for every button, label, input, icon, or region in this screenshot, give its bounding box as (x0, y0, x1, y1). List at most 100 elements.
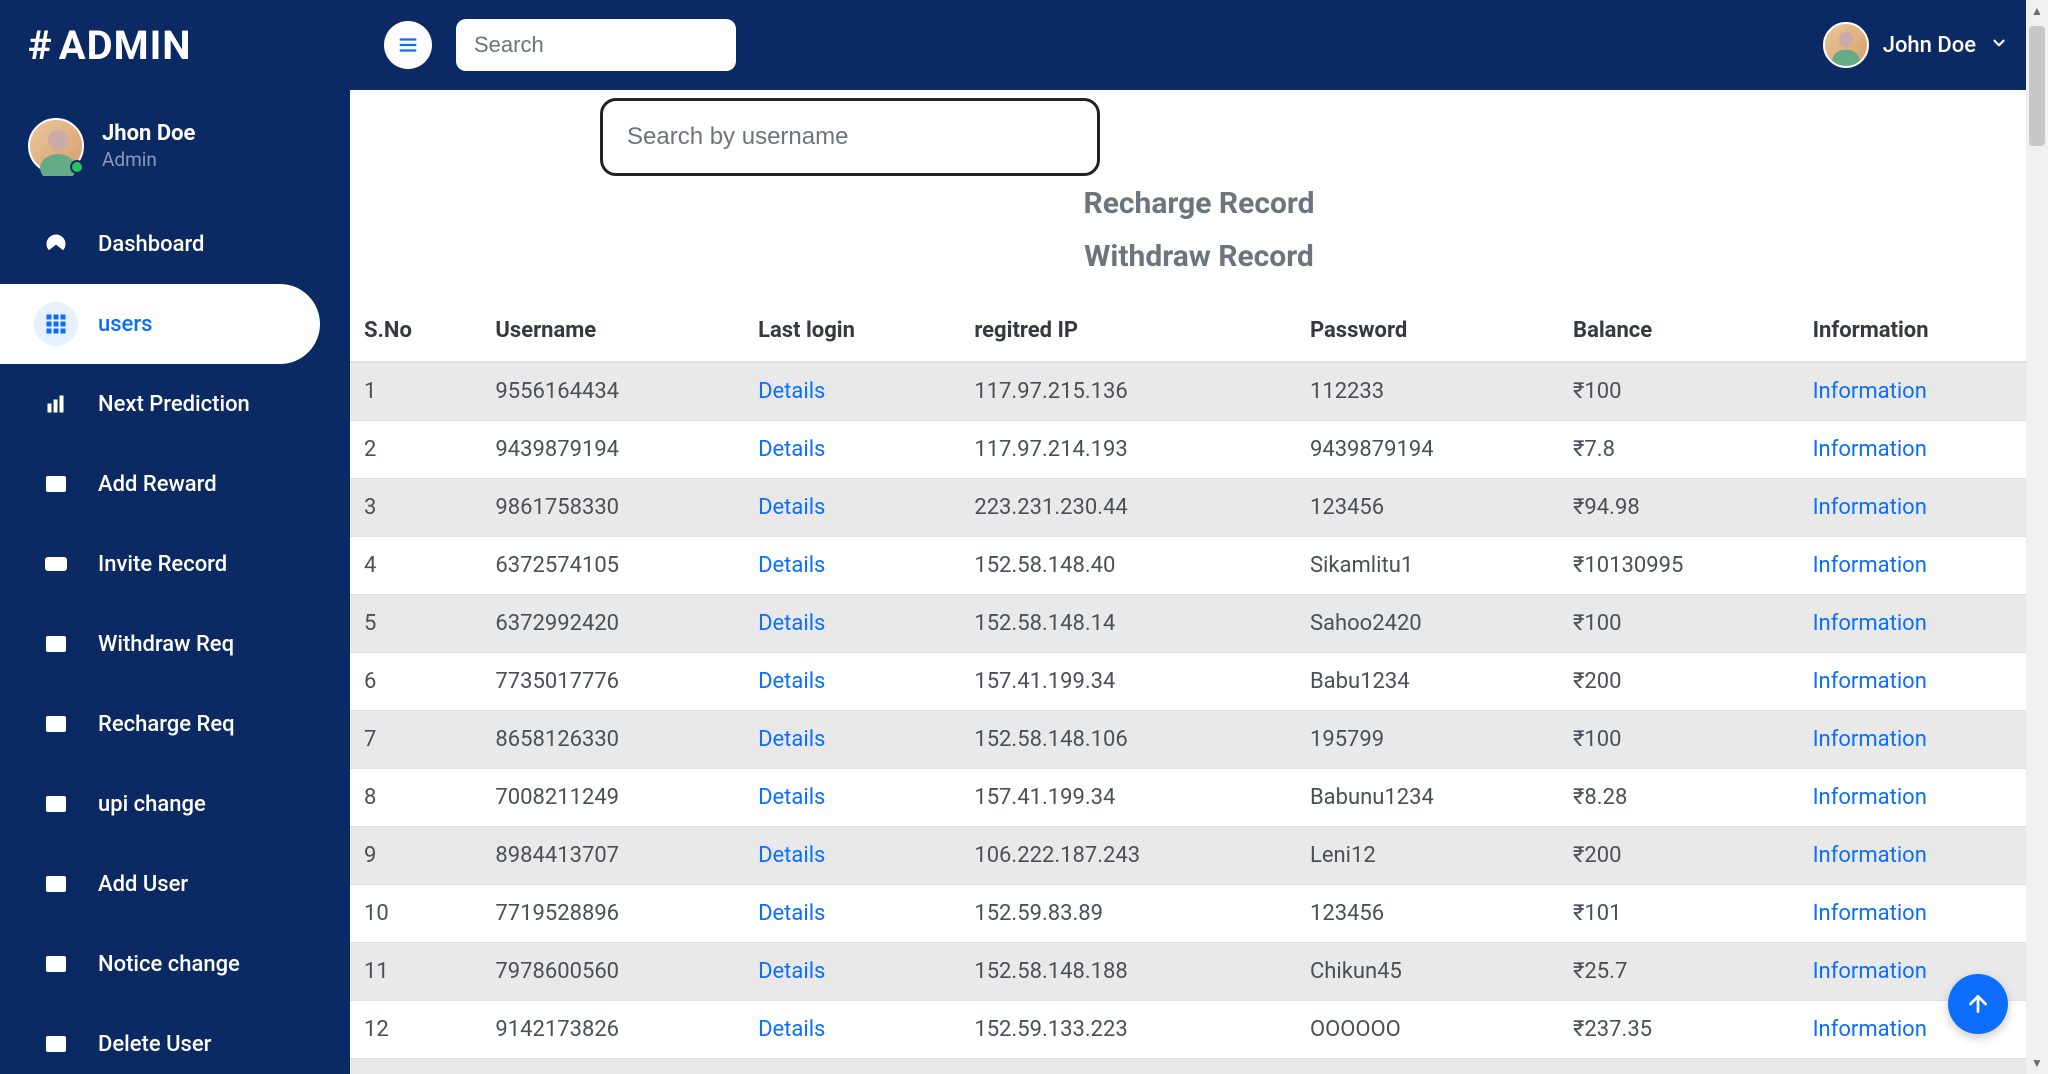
scroll-up-icon[interactable]: ▲ (2026, 0, 2048, 22)
cell-sno: 3 (350, 479, 481, 537)
username-search-input[interactable] (600, 98, 1100, 176)
grid-icon (34, 302, 78, 346)
information-link[interactable]: Information (1813, 785, 1927, 810)
cell-ip: 223.231.230.44 (960, 479, 1296, 537)
cell-sno: 12 (350, 1001, 481, 1059)
sidebar-item-dashboard[interactable]: Dashboard (0, 204, 350, 284)
cell-password: 123456 (1296, 479, 1559, 537)
cell-username: 7008211249 (481, 769, 744, 827)
page-scrollbar[interactable]: ▲ ▼ (2026, 0, 2048, 1074)
scroll-down-icon[interactable]: ▼ (2026, 1052, 2048, 1074)
table-row: 129142173826Details152.59.133.223OOOOOO₹… (350, 1001, 2048, 1059)
information-link[interactable]: Information (1813, 669, 1927, 694)
cell-sno: 4 (350, 537, 481, 595)
cell-ip: 157.41.199.34 (960, 769, 1296, 827)
users-table-wrap[interactable]: S.NoUsernameLast loginregitred IPPasswor… (350, 300, 2048, 1074)
details-link[interactable]: Details (758, 495, 825, 520)
chart-bar-icon (34, 382, 78, 426)
user-menu[interactable]: John Doe (1823, 22, 2008, 68)
column-header: S.No (350, 300, 481, 362)
sidebar-item-invite-record[interactable]: Invite Record (0, 524, 350, 604)
table-row: 78658126330Details152.58.148.106195799₹1… (350, 711, 2048, 769)
cell-password: 112233 (1296, 362, 1559, 421)
cell-ip: 157.41.199.34 (960, 653, 1296, 711)
information-link[interactable]: Information (1813, 379, 1927, 404)
table-row: 137894836276Details152.59.129.134Sahoo12… (350, 1059, 2048, 1074)
details-link[interactable]: Details (758, 379, 825, 404)
recharge-record-link[interactable]: Recharge Record (350, 186, 2048, 221)
cell-balance: ₹10130995 (1559, 537, 1799, 595)
column-header: Last login (744, 300, 960, 362)
table-row: 56372992420Details152.58.148.14Sahoo2420… (350, 595, 2048, 653)
information-link[interactable]: Information (1813, 1017, 1927, 1042)
bars-icon (397, 34, 419, 56)
column-header: Username (481, 300, 744, 362)
information-link[interactable]: Information (1813, 843, 1927, 868)
cell-ip: 106.222.187.243 (960, 827, 1296, 885)
details-link[interactable]: Details (758, 901, 825, 926)
cell-ip: 152.58.148.188 (960, 943, 1296, 1001)
cell-username: 9556164434 (481, 362, 744, 421)
sidebar-item-add-user[interactable]: Add User (0, 844, 350, 924)
details-link[interactable]: Details (758, 959, 825, 984)
scroll-to-top-button[interactable] (1948, 974, 2008, 1034)
cell-sno: 7 (350, 711, 481, 769)
cell-sno: 13 (350, 1059, 481, 1074)
table-icon (34, 942, 78, 986)
cell-password: Chikun45 (1296, 943, 1559, 1001)
information-link[interactable]: Information (1813, 553, 1927, 578)
users-table: S.NoUsernameLast loginregitred IPPasswor… (350, 300, 2048, 1074)
withdraw-record-link[interactable]: Withdraw Record (350, 239, 2048, 274)
sidebar-item-upi-change[interactable]: upi change (0, 764, 350, 844)
cell-username: 9142173826 (481, 1001, 744, 1059)
cell-balance: ₹101 (1559, 885, 1799, 943)
information-link[interactable]: Information (1813, 495, 1927, 520)
cell-sno: 6 (350, 653, 481, 711)
sidebar-item-withdraw-req[interactable]: Withdraw Req (0, 604, 350, 684)
details-link[interactable]: Details (758, 785, 825, 810)
information-link[interactable]: Information (1813, 901, 1927, 926)
cell-balance: ₹237.35 (1559, 1001, 1799, 1059)
details-link[interactable]: Details (758, 611, 825, 636)
cell-ip: 117.97.214.193 (960, 421, 1296, 479)
gauge-icon (34, 222, 78, 266)
cell-balance: ₹25.7 (1559, 943, 1799, 1001)
information-link[interactable]: Information (1813, 611, 1927, 636)
table-row: 19556164434Details117.97.215.136112233₹1… (350, 362, 2048, 421)
cell-username: 7735017776 (481, 653, 744, 711)
cell-sno: 8 (350, 769, 481, 827)
sidebar-item-recharge-req[interactable]: Recharge Req (0, 684, 350, 764)
cell-username: 6372992420 (481, 595, 744, 653)
cell-ip: 152.59.133.223 (960, 1001, 1296, 1059)
cell-balance: ₹100 (1559, 595, 1799, 653)
sidebar-item-notice-change[interactable]: Notice change (0, 924, 350, 1004)
top-header: # ADMIN John Doe (0, 0, 2048, 90)
menu-toggle-button[interactable] (384, 21, 432, 69)
details-link[interactable]: Details (758, 669, 825, 694)
sidebar-item-delete-user[interactable]: Delete User (0, 1004, 350, 1074)
column-header: regitred IP (960, 300, 1296, 362)
details-link[interactable]: Details (758, 437, 825, 462)
information-link[interactable]: Information (1813, 727, 1927, 752)
details-link[interactable]: Details (758, 843, 825, 868)
cell-username: 7978600560 (481, 943, 744, 1001)
information-link[interactable]: Information (1813, 959, 1927, 984)
sidebar-item-users[interactable]: users (0, 284, 320, 364)
cell-username: 8658126330 (481, 711, 744, 769)
table-row: 98984413707Details106.222.187.243Leni12₹… (350, 827, 2048, 885)
sidebar-item-add-reward[interactable]: Add Reward (0, 444, 350, 524)
cell-username: 6372574105 (481, 537, 744, 595)
table-row: 117978600560Details152.58.148.188Chikun4… (350, 943, 2048, 1001)
scrollbar-thumb[interactable] (2029, 26, 2045, 146)
cell-username: 8984413707 (481, 827, 744, 885)
details-link[interactable]: Details (758, 727, 825, 752)
details-link[interactable]: Details (758, 553, 825, 578)
status-online-icon (70, 160, 84, 174)
sidebar-item-next-prediction[interactable]: Next Prediction (0, 364, 350, 444)
global-search-input[interactable] (456, 19, 736, 71)
table-icon (34, 782, 78, 826)
information-link[interactable]: Information (1813, 437, 1927, 462)
table-row: 39861758330Details223.231.230.44123456₹9… (350, 479, 2048, 537)
details-link[interactable]: Details (758, 1017, 825, 1042)
cell-username: 7719528896 (481, 885, 744, 943)
